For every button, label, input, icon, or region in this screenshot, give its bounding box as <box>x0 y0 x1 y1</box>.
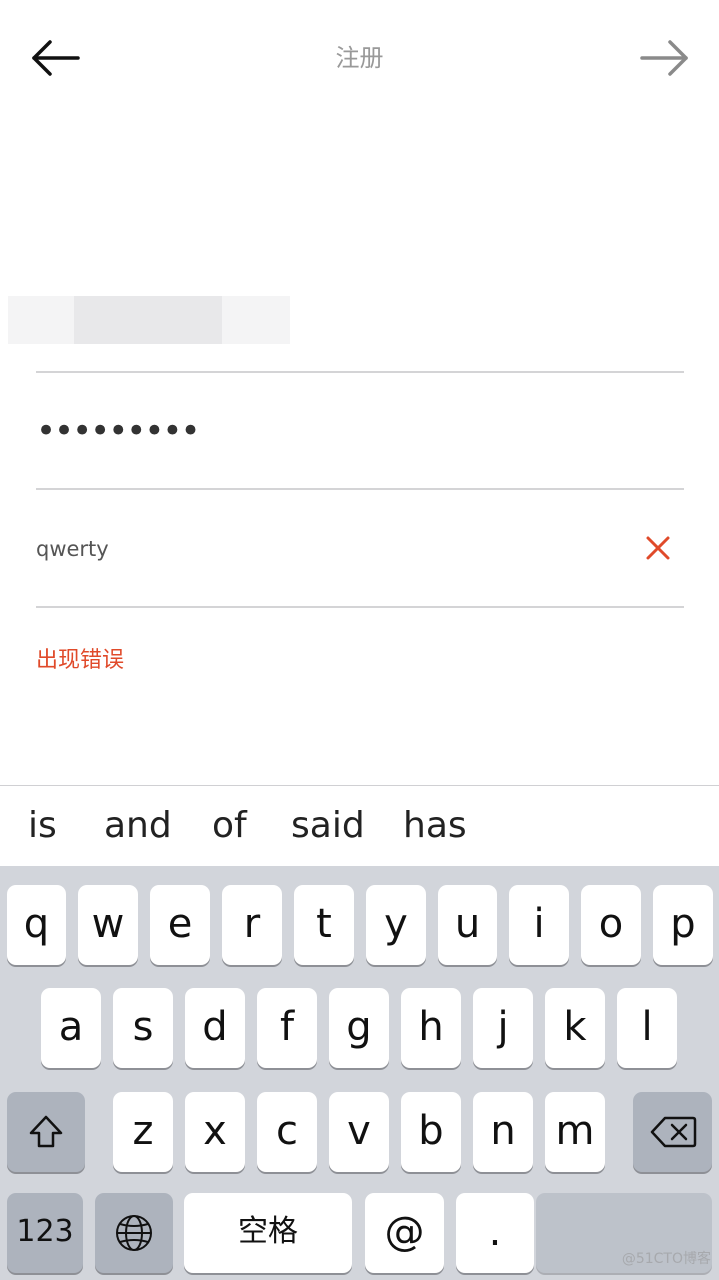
backspace-key[interactable] <box>633 1092 712 1172</box>
divider <box>36 488 684 490</box>
key-n[interactable]: n <box>473 1092 533 1172</box>
dot-key[interactable]: . <box>456 1193 534 1273</box>
key-s[interactable]: s <box>113 988 173 1068</box>
suggestion-item[interactable]: is <box>28 804 57 848</box>
key-p[interactable]: p <box>653 885 713 965</box>
key-w[interactable]: w <box>78 885 138 965</box>
key-d[interactable]: d <box>185 988 245 1068</box>
key-v[interactable]: v <box>329 1092 389 1172</box>
key-y[interactable]: y <box>366 885 426 965</box>
divider <box>36 371 684 373</box>
key-j[interactable]: j <box>473 988 533 1068</box>
redacted-block <box>8 296 74 344</box>
key-b[interactable]: b <box>401 1092 461 1172</box>
numbers-key[interactable]: 123 <box>7 1193 83 1273</box>
page-title: 注册 <box>335 44 384 72</box>
key-g[interactable]: g <box>329 988 389 1068</box>
key-u[interactable]: u <box>438 885 497 965</box>
keyboard: q w e r t y u i o p a s d f g h j k l z … <box>0 866 719 1280</box>
error-message: 出现错误 <box>36 648 125 673</box>
confirm-password-field[interactable]: qwerty <box>36 532 109 566</box>
redacted-block <box>74 296 222 344</box>
key-a[interactable]: a <box>41 988 101 1068</box>
key-c[interactable]: c <box>257 1092 317 1172</box>
next-button[interactable] <box>638 38 690 78</box>
suggestion-item[interactable]: said <box>291 804 365 848</box>
key-m[interactable]: m <box>545 1092 605 1172</box>
key-f[interactable]: f <box>257 988 317 1068</box>
close-icon <box>646 536 670 560</box>
globe-key[interactable] <box>95 1193 173 1273</box>
redacted-block <box>222 296 290 344</box>
key-o[interactable]: o <box>581 885 641 965</box>
suggestion-item[interactable]: and <box>104 804 172 848</box>
key-t[interactable]: t <box>294 885 354 965</box>
key-k[interactable]: k <box>545 988 605 1068</box>
key-r[interactable]: r <box>222 885 282 965</box>
space-key[interactable]: 空格 <box>184 1193 352 1273</box>
key-z[interactable]: z <box>113 1092 173 1172</box>
key-e[interactable]: e <box>150 885 210 965</box>
key-h[interactable]: h <box>401 988 461 1068</box>
clear-input-button[interactable] <box>644 534 672 562</box>
suggestion-item[interactable]: has <box>403 804 467 848</box>
password-field[interactable]: ••••••••• <box>36 410 200 452</box>
shift-icon <box>29 1115 63 1148</box>
arrow-right-icon <box>640 40 688 76</box>
shift-key[interactable] <box>7 1092 85 1172</box>
key-x[interactable]: x <box>185 1092 245 1172</box>
predictive-text-bar: is and of said has <box>0 785 719 866</box>
key-l[interactable]: l <box>617 988 677 1068</box>
username-field-redacted[interactable] <box>8 296 290 344</box>
key-q[interactable]: q <box>7 885 66 965</box>
divider <box>36 606 684 608</box>
at-key[interactable]: @ <box>365 1193 444 1273</box>
suggestion-item[interactable]: of <box>212 804 247 848</box>
globe-icon <box>116 1215 152 1251</box>
key-i[interactable]: i <box>509 885 569 965</box>
watermark: @51CTO博客 <box>621 1251 711 1267</box>
backspace-icon <box>650 1116 696 1148</box>
